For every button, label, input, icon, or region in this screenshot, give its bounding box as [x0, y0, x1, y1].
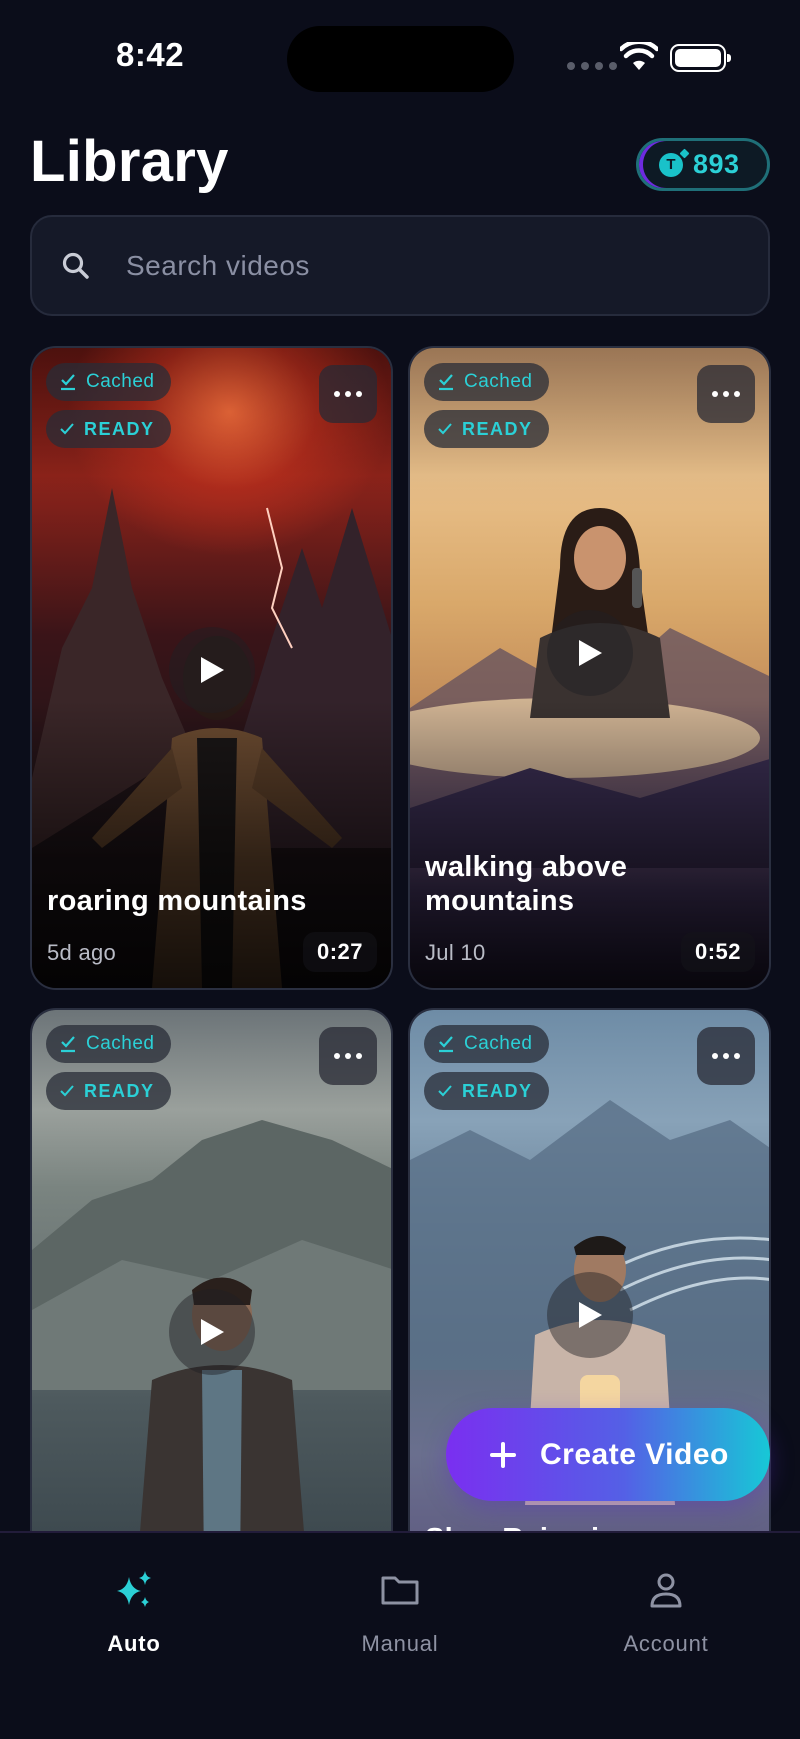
dynamic-island — [287, 26, 514, 92]
folder-icon — [381, 1576, 419, 1605]
video-title: walking above mountains — [425, 851, 628, 917]
cached-badge: Cached — [424, 363, 549, 401]
play-icon — [201, 657, 224, 683]
download-check-icon — [439, 374, 453, 391]
video-card[interactable]: Cached READY — [30, 1008, 393, 1568]
video-date: Jul 10 — [425, 940, 486, 965]
search-icon — [62, 252, 89, 279]
search-input[interactable] — [126, 249, 686, 282]
check-icon — [438, 423, 452, 435]
status-badge: READY — [46, 1072, 171, 1110]
battery-icon — [670, 44, 731, 72]
play-icon — [579, 640, 602, 666]
check-icon — [60, 423, 74, 435]
cached-badge: Cached — [424, 1025, 549, 1063]
nav-item-account[interactable]: Account — [566, 1569, 766, 1657]
nav-item-auto[interactable]: Auto — [34, 1569, 234, 1657]
more-options-button[interactable] — [319, 365, 377, 423]
credits-badge[interactable]: T 893 — [636, 138, 770, 191]
cached-badge: Cached — [46, 1025, 171, 1063]
library-screen: 8:42 Library T 893 Search videos Cached … — [0, 0, 800, 1739]
sparkles-icon — [117, 1571, 151, 1607]
credits-value: 893 — [693, 149, 740, 179]
more-options-button[interactable] — [319, 1027, 377, 1085]
download-check-icon — [439, 1036, 453, 1053]
create-video-label: Create Video — [540, 1437, 729, 1471]
more-options-button[interactable] — [697, 1027, 755, 1085]
download-check-icon — [61, 374, 75, 391]
play-button[interactable] — [547, 610, 633, 696]
video-card[interactable]: Cached READY roaring mountains 5d ago 0:… — [30, 346, 393, 990]
video-card[interactable]: Cached READY walking above mountains Jul… — [408, 346, 771, 990]
user-icon — [650, 1573, 682, 1608]
download-check-icon — [61, 1036, 75, 1053]
play-button[interactable] — [169, 1289, 255, 1375]
more-options-button[interactable] — [697, 365, 755, 423]
cached-badge: Cached — [46, 363, 171, 401]
status-time: 8:42 — [116, 36, 185, 73]
status-badge: READY — [46, 410, 171, 448]
search-bar[interactable] — [30, 215, 770, 316]
token-sparkle-icon: T — [659, 152, 683, 177]
status-badge: READY — [424, 410, 549, 448]
play-icon — [201, 1319, 224, 1345]
create-video-button[interactable]: Create Video — [446, 1408, 770, 1501]
nav-item-manual[interactable]: Manual — [300, 1569, 500, 1657]
video-date: 5d ago — [47, 940, 117, 965]
check-icon — [438, 1085, 452, 1097]
play-icon — [579, 1302, 602, 1328]
plus-icon — [490, 1441, 516, 1468]
play-button[interactable] — [547, 1272, 633, 1358]
video-duration: 0:27 — [302, 932, 377, 972]
wifi-icon — [620, 42, 658, 70]
bottom-nav: Auto Manual Account — [0, 1531, 800, 1739]
check-icon — [60, 1085, 74, 1097]
cellular-signal-icon — [567, 62, 617, 70]
play-button[interactable] — [169, 627, 255, 713]
page-title: Library — [30, 129, 229, 194]
video-title: roaring mountains — [47, 885, 307, 917]
video-duration: 0:52 — [680, 932, 755, 972]
status-badge: READY — [424, 1072, 549, 1110]
